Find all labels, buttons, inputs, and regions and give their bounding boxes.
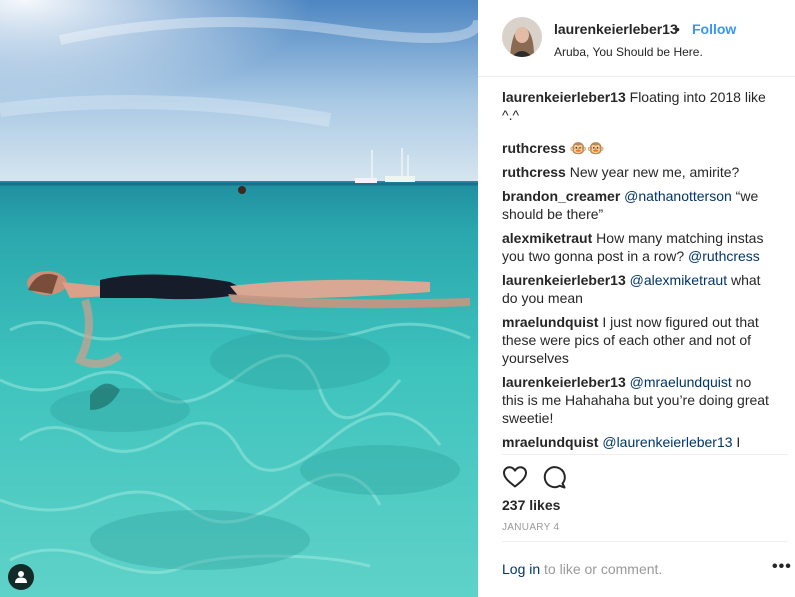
caption: laurenkeierleber13 Floating into 2018 li… bbox=[502, 88, 776, 124]
avatar-image bbox=[502, 17, 542, 57]
heart-icon bbox=[503, 466, 527, 488]
post-header: laurenkeierleber13 • Follow Aruba, You S… bbox=[478, 0, 795, 77]
comment-text: New year new me, amirite? bbox=[565, 164, 740, 180]
comment-item: ruthcress 🐵🐵 bbox=[502, 139, 776, 157]
comment-item: laurenkeierleber13 @mraelundquist no thi… bbox=[502, 373, 776, 427]
owner-username[interactable]: laurenkeierleber13 bbox=[554, 21, 678, 37]
login-suffix: to like or comment. bbox=[540, 561, 663, 577]
location-link[interactable]: Aruba, You Should be Here. bbox=[554, 45, 703, 59]
header-separator: • bbox=[675, 21, 680, 37]
comment-username[interactable]: ruthcress bbox=[502, 140, 566, 156]
comment-item: mraelundquist @laurenkeierleber13 I CANT… bbox=[502, 433, 776, 454]
comment-username[interactable]: alexmiketraut bbox=[502, 230, 592, 246]
post-sidebar: laurenkeierleber13 • Follow Aruba, You S… bbox=[478, 0, 795, 597]
comment-text: 🐵🐵 bbox=[565, 140, 605, 156]
like-button[interactable] bbox=[502, 464, 528, 490]
comment-item: brandon_creamer @nathanotterson “we shou… bbox=[502, 187, 776, 223]
comment-mention[interactable]: @laurenkeierleber13 bbox=[602, 434, 732, 450]
login-prompt: Log in to like or comment. bbox=[502, 561, 662, 577]
comment-username[interactable]: laurenkeierleber13 bbox=[502, 272, 626, 288]
more-options-button[interactable]: ••• bbox=[772, 558, 792, 576]
post-photo[interactable] bbox=[0, 0, 478, 597]
comment-item: mraelundquist I just now figured out tha… bbox=[502, 313, 776, 367]
comment-username[interactable]: laurenkeierleber13 bbox=[502, 374, 626, 390]
likes-count[interactable]: 237 likes bbox=[502, 497, 560, 513]
comment-mention[interactable]: @nathanotterson bbox=[624, 188, 732, 204]
avatar[interactable] bbox=[502, 17, 542, 57]
actions-divider bbox=[502, 454, 788, 455]
person-icon bbox=[15, 571, 27, 583]
footer-divider bbox=[502, 541, 788, 542]
comment-item: laurenkeierleber13 @alexmiketraut what d… bbox=[502, 271, 776, 307]
comments-list[interactable]: laurenkeierleber13 Floating into 2018 li… bbox=[502, 88, 776, 454]
speech-bubble-icon bbox=[543, 466, 566, 489]
comment-mention[interactable]: @ruthcress bbox=[688, 248, 760, 264]
follow-button[interactable]: Follow bbox=[692, 21, 736, 37]
comment-mention[interactable]: @mraelundquist bbox=[630, 374, 732, 390]
comment-username[interactable]: ruthcress bbox=[502, 164, 566, 180]
comment-username[interactable]: mraelundquist bbox=[502, 314, 598, 330]
comment-item: alexmiketraut How many matching instas y… bbox=[502, 229, 776, 265]
comment-button[interactable] bbox=[541, 464, 567, 490]
login-link[interactable]: Log in bbox=[502, 561, 540, 577]
comment-item: ruthcress New year new me, amirite? bbox=[502, 163, 776, 181]
comment-username[interactable]: mraelundquist bbox=[502, 434, 598, 450]
comment-username[interactable]: brandon_creamer bbox=[502, 188, 620, 204]
post-date: JANUARY 4 bbox=[502, 522, 560, 533]
comment-username[interactable]: laurenkeierleber13 bbox=[502, 89, 626, 105]
photo-scene bbox=[0, 0, 478, 597]
comment-mention[interactable]: @alexmiketraut bbox=[630, 272, 727, 288]
tagged-users-button[interactable] bbox=[8, 564, 34, 590]
